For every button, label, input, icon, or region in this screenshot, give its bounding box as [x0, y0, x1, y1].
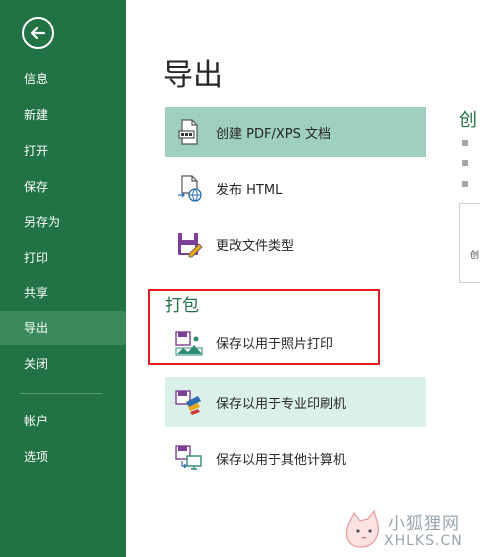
- option-label: 保存以用于其他计算机: [216, 452, 347, 468]
- watermark-domain: XHLKS.CN: [384, 533, 463, 549]
- nav-item-open[interactable]: 打开: [0, 134, 126, 168]
- page-title: 导出: [163, 58, 223, 93]
- option-label: 更改文件类型: [216, 238, 295, 254]
- backstage-sidebar: 信息 新建 打开 保存 另存为 打印 共享 导出 关闭 帐户 选项: [0, 0, 126, 557]
- html-publish-icon: [174, 173, 204, 203]
- create-pdf-button-label: 创: [470, 251, 480, 261]
- bullet-icon: [462, 181, 468, 187]
- commercial-printer-icon: [174, 387, 204, 417]
- nav-item-print[interactable]: 打印: [0, 241, 126, 275]
- pdf-document-icon: [174, 117, 204, 147]
- nav-item-info[interactable]: 信息: [0, 62, 126, 96]
- back-arrow-icon: [30, 26, 46, 40]
- nav-item-share[interactable]: 共享: [0, 276, 126, 310]
- watermark-text: 小狐狸网: [388, 514, 460, 534]
- nav-item-save[interactable]: 保存: [0, 170, 126, 204]
- bullet-icon: [462, 140, 468, 146]
- nav-item-account[interactable]: 帐户: [0, 404, 126, 438]
- nav-item-options[interactable]: 选项: [0, 440, 126, 474]
- option-publish-html[interactable]: 发布 HTML: [165, 163, 426, 213]
- nav-item-new[interactable]: 新建: [0, 98, 126, 132]
- nav-item-close[interactable]: 关闭: [0, 347, 126, 381]
- other-computer-icon: [174, 443, 204, 473]
- back-button[interactable]: [22, 17, 54, 49]
- option-create-pdf-xps[interactable]: 创建 PDF/XPS 文档: [165, 107, 426, 157]
- nav-divider: [20, 393, 102, 394]
- nav-item-save-as[interactable]: 另存为: [0, 205, 126, 239]
- create-pdf-button[interactable]: [459, 203, 480, 283]
- option-label: 发布 HTML: [216, 182, 283, 198]
- option-label: 创建 PDF/XPS 文档: [216, 126, 331, 142]
- option-save-for-other-computers[interactable]: 保存以用于其他计算机: [165, 433, 426, 483]
- details-title: 创: [459, 110, 477, 131]
- option-save-for-commercial-printer[interactable]: 保存以用于专业印刷机: [165, 377, 426, 427]
- nav-item-export[interactable]: 导出: [0, 311, 126, 345]
- bullet-icon: [462, 160, 468, 166]
- option-change-file-type[interactable]: 更改文件类型: [165, 219, 426, 269]
- highlight-annotation-box: [148, 289, 380, 365]
- option-label: 保存以用于专业印刷机: [216, 396, 347, 412]
- change-file-type-icon: [174, 229, 204, 259]
